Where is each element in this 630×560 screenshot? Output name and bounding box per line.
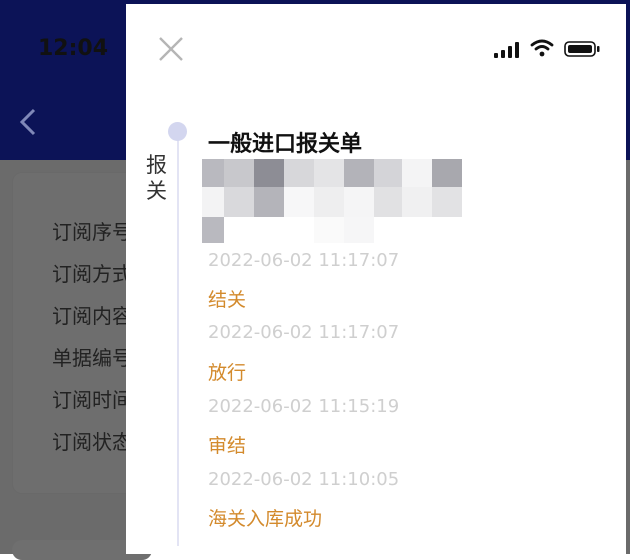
event-time: 2022-06-02 11:15:19 xyxy=(208,396,400,417)
event-time: 2022-06-02 11:17:07 xyxy=(208,322,400,343)
status-bar-icons xyxy=(494,39,606,59)
redacted-document-number xyxy=(202,159,462,243)
event-status: 审结 xyxy=(208,435,247,457)
event-time: 2022-06-02 11:10:05 xyxy=(208,469,400,490)
row-label: 单据编号 xyxy=(52,346,132,370)
event-status: 海关入库成功 xyxy=(208,508,323,530)
status-time: 12:04 xyxy=(38,36,109,61)
wifi-icon xyxy=(530,39,554,57)
group-label: 报关 xyxy=(146,153,167,203)
cellular-signal-icon xyxy=(494,42,519,58)
battery-icon xyxy=(564,41,600,57)
row-label: 订阅内容 xyxy=(52,304,132,328)
row-label: 订阅序号 xyxy=(52,220,132,244)
event-status: 放行 xyxy=(208,362,247,384)
back-arrow-icon[interactable] xyxy=(14,104,44,140)
row-label: 订阅方式 xyxy=(52,262,132,286)
document-title: 一般进口报关单 xyxy=(208,132,363,157)
timeline-dot xyxy=(168,122,187,141)
event-status: 结关 xyxy=(208,289,247,311)
close-icon[interactable] xyxy=(156,34,186,64)
customs-timeline-drawer: 报关 一般进口报关单 2022-06-02 11:17:07 结关 2022-0… xyxy=(126,4,626,554)
row-label: 订阅时间 xyxy=(52,388,132,412)
row-label: 订阅状态 xyxy=(52,430,132,454)
timeline-line xyxy=(177,136,179,546)
event-time: 2022-06-02 11:17:07 xyxy=(208,250,400,271)
